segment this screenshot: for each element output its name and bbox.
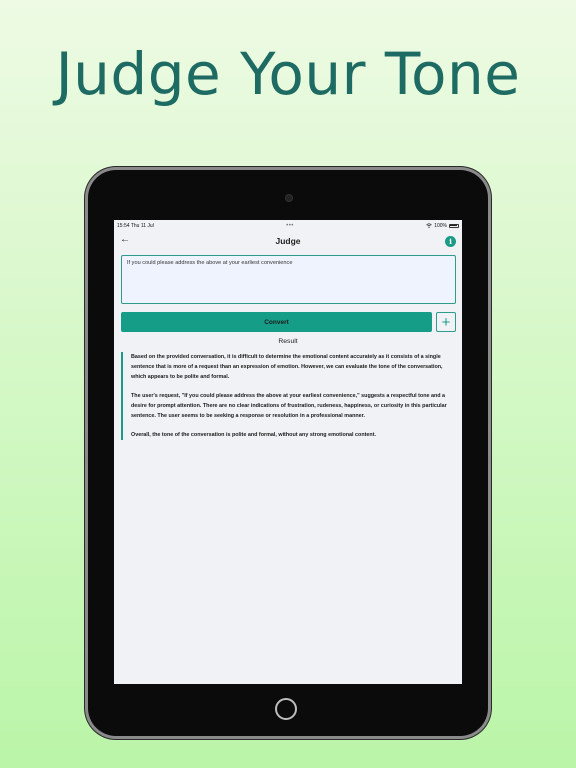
result-paragraph: Based on the provided conversation, it i… <box>131 354 443 380</box>
status-right: 100% <box>426 223 459 229</box>
convert-button[interactable]: Convert <box>121 312 432 332</box>
result-text: Based on the provided conversation, it i… <box>121 352 450 440</box>
battery-icon <box>448 223 459 228</box>
plus-icon: + <box>441 313 451 331</box>
action-row: Convert + <box>121 312 456 332</box>
status-time: 15:54 <box>117 222 130 229</box>
battery-percent: 100% <box>434 222 447 229</box>
status-bar: 15:54 Thu 11 Jul ••• 100% <box>114 220 462 231</box>
status-left: 15:54 Thu 11 Jul <box>117 223 154 229</box>
nav-bar: ← Judge i <box>114 231 462 251</box>
multitask-dots[interactable]: ••• <box>286 223 294 229</box>
add-button[interactable]: + <box>436 312 456 332</box>
status-date: Thu 11 Jul <box>130 222 154 229</box>
headline: Judge Your Tone <box>55 40 521 108</box>
home-button[interactable] <box>275 698 297 720</box>
page-title: Judge <box>275 236 301 246</box>
wifi-icon <box>426 223 432 228</box>
arrow-left-icon[interactable]: ← <box>120 234 130 245</box>
app-screen: 15:54 Thu 11 Jul ••• 100% ← Judge i If y… <box>114 220 462 684</box>
result-paragraph: Overall, the tone of the conversation is… <box>131 432 377 438</box>
camera <box>285 194 293 202</box>
result-paragraph: The user's request, "If you could please… <box>131 393 447 419</box>
tablet-frame: 15:54 Thu 11 Jul ••• 100% ← Judge i If y… <box>88 170 488 736</box>
result-label: Result <box>278 338 298 345</box>
tone-input-field[interactable]: If you could please address the above at… <box>121 255 456 304</box>
info-icon[interactable]: i <box>445 236 456 247</box>
